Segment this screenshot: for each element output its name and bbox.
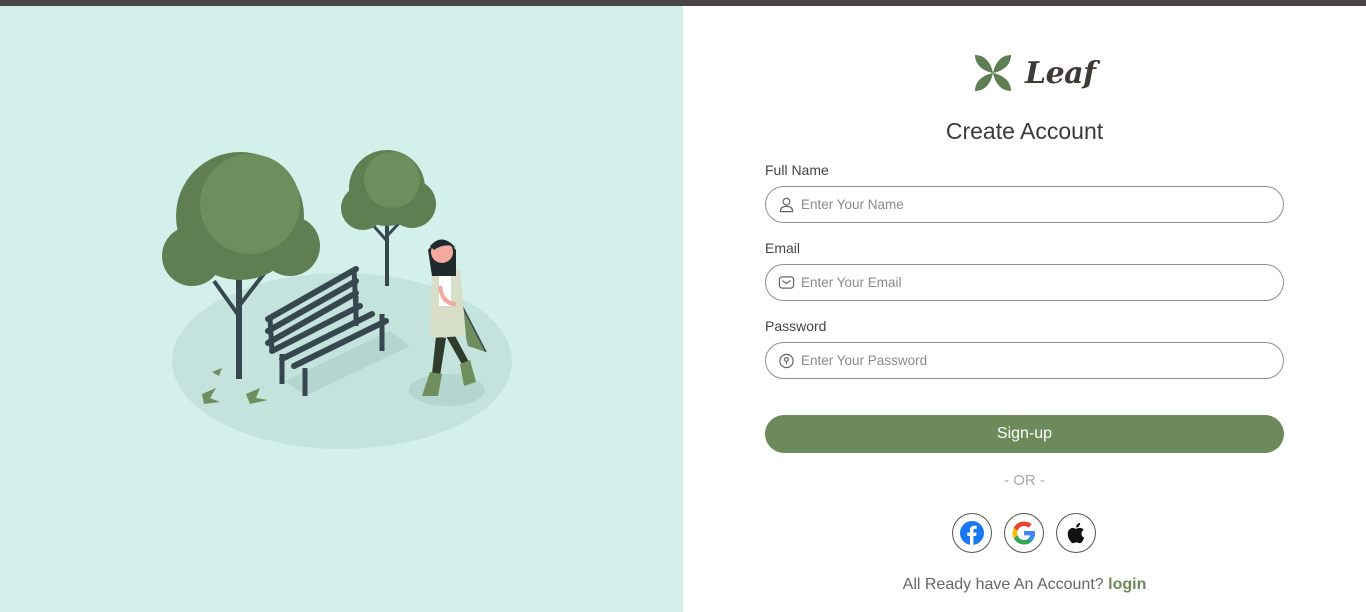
signup-button[interactable]: Sign-up bbox=[765, 415, 1284, 453]
envelope-icon bbox=[778, 276, 795, 289]
full-name-label: Full Name bbox=[765, 162, 829, 178]
login-prompt-text: All Ready have An Account? bbox=[902, 576, 1104, 593]
signup-panel: Leaf Create Account Full Name Email Pass… bbox=[683, 6, 1366, 612]
key-icon bbox=[779, 353, 794, 369]
full-name-field[interactable] bbox=[765, 186, 1284, 223]
password-label: Password bbox=[765, 318, 827, 334]
full-name-input[interactable] bbox=[801, 197, 1271, 212]
login-link[interactable]: login bbox=[1108, 576, 1146, 593]
park-illustration bbox=[162, 150, 512, 449]
login-prompt: All Ready have An Account? login bbox=[765, 576, 1284, 594]
brand-logo: Leaf bbox=[973, 52, 1096, 94]
email-field[interactable] bbox=[765, 264, 1284, 301]
or-divider: - OR - bbox=[1004, 472, 1045, 489]
password-field[interactable] bbox=[765, 342, 1284, 379]
email-input[interactable] bbox=[801, 275, 1271, 290]
social-login-group bbox=[952, 513, 1096, 553]
illustration-panel bbox=[0, 6, 683, 612]
google-login-button[interactable] bbox=[1004, 513, 1044, 553]
four-leaf-icon bbox=[975, 55, 1011, 91]
email-label: Email bbox=[765, 240, 801, 256]
apple-login-button[interactable] bbox=[1056, 513, 1096, 553]
user-icon bbox=[779, 197, 794, 213]
password-input[interactable] bbox=[801, 353, 1271, 368]
facebook-login-button[interactable] bbox=[952, 513, 992, 553]
apple-icon bbox=[1067, 522, 1085, 544]
page-title: Create Account bbox=[945, 118, 1104, 144]
facebook-icon bbox=[960, 521, 984, 545]
brand-name: Leaf bbox=[1025, 55, 1096, 91]
google-icon bbox=[1012, 521, 1035, 545]
